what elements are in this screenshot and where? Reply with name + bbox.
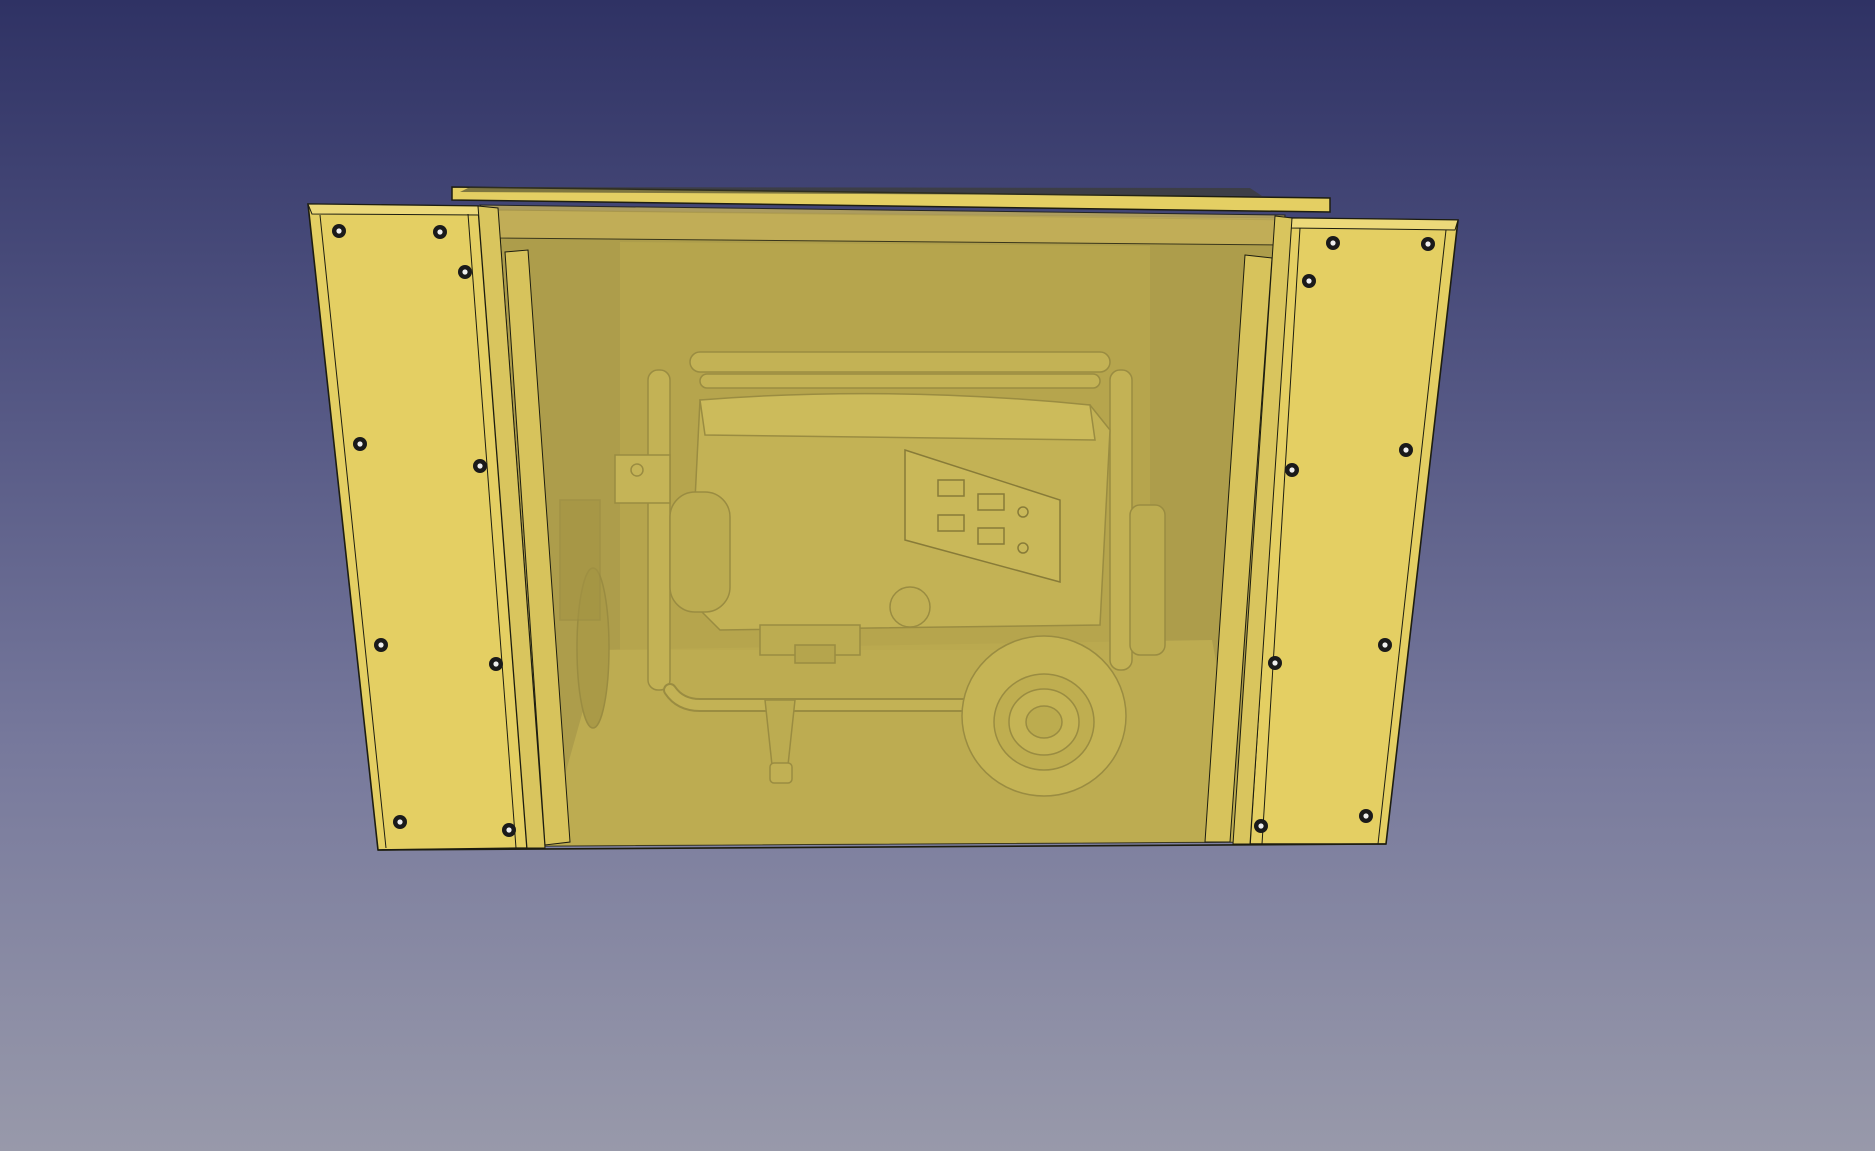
screw-icon: [1326, 236, 1340, 250]
3d-viewport[interactable]: [0, 0, 1875, 1151]
screw-icon: [1302, 274, 1316, 288]
screw-icon: [1268, 656, 1282, 670]
screw-icon: [332, 224, 346, 238]
right-side-panel-trim: [1289, 217, 1459, 231]
left-side-panel-trim: [307, 203, 481, 216]
screw-icon: [1285, 463, 1299, 477]
screw-icon: [353, 437, 367, 451]
screw-icon: [374, 638, 388, 652]
screw-icon: [489, 657, 503, 671]
screw-icon: [502, 823, 516, 837]
front-top-lip: [479, 204, 1286, 246]
screw-icon: [433, 225, 447, 239]
screw-icon: [458, 265, 472, 279]
screw-icon: [473, 459, 487, 473]
screw-icon: [1421, 237, 1435, 251]
enclosure-model: [307, 186, 1459, 851]
screw-icon: [1378, 638, 1392, 652]
screw-icon: [1399, 443, 1413, 457]
screw-icon: [1254, 819, 1268, 833]
screw-icon: [393, 815, 407, 829]
screw-icon: [1359, 809, 1373, 823]
transparent-front-panel: [497, 209, 1291, 847]
